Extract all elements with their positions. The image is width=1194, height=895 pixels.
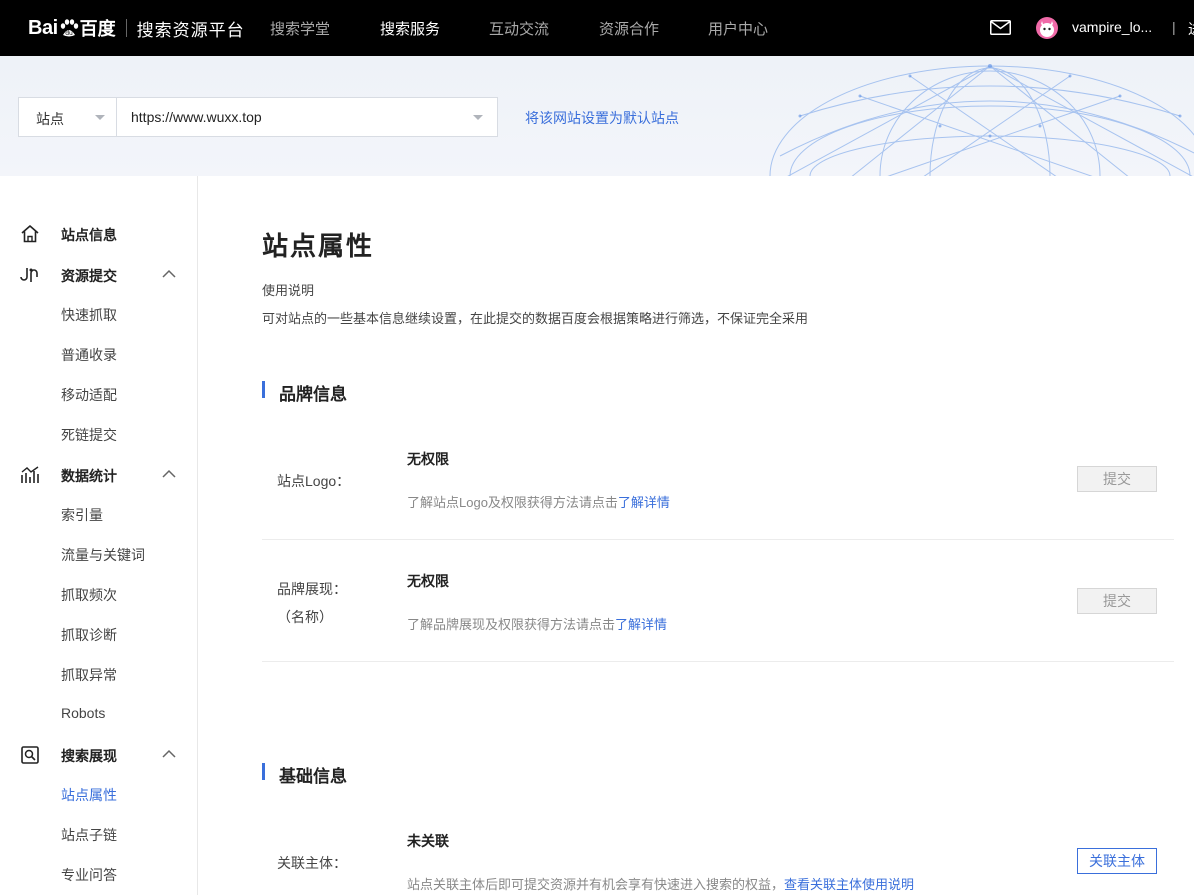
row-status-brand-display: 无权限 <box>407 573 449 589</box>
sidebar-item-crawl-diagnose[interactable]: 抓取诊断 <box>61 625 117 645</box>
chart-icon <box>21 466 39 483</box>
sidebar-item-site-attributes[interactable]: 站点属性 <box>61 785 117 805</box>
submit-brand-button[interactable]: 提交 <box>1077 588 1157 614</box>
sidebar-group-data-stats[interactable]: 数据统计 <box>0 460 197 490</box>
paw-icon: du <box>60 19 78 37</box>
site-url-select[interactable]: https://www.wuxx.top <box>116 97 498 137</box>
submit-icon <box>20 268 38 282</box>
sidebar-group-label: 数据统计 <box>61 468 117 484</box>
set-default-site-link[interactable]: 将该网站设置为默认站点 <box>525 108 679 128</box>
row-label-site-logo: 站点Logo： <box>277 473 351 489</box>
entity-guide-link[interactable]: 查看关联主体使用说明 <box>784 877 914 892</box>
sidebar-item-crawl-error[interactable]: 抓取异常 <box>61 665 117 685</box>
chevron-up-icon[interactable] <box>162 469 176 479</box>
row-desc-text: 站点关联主体后即可提交资源并有机会享有快速进入搜索的权益， <box>407 877 785 892</box>
sidebar-item-sitelinks[interactable]: 站点子链 <box>61 825 117 845</box>
row-desc-brand-display: 了解品牌展现及权限获得方法请点击了解详情 <box>407 614 667 633</box>
submit-logo-button[interactable]: 提交 <box>1077 466 1157 492</box>
row-desc-text: 了解品牌展现及权限获得方法请点击 <box>407 617 616 632</box>
sidebar-item-deadlink-submit[interactable]: 死链提交 <box>61 425 117 445</box>
site-type-select[interactable]: 站点 <box>18 97 117 137</box>
sidebar-item-professional-qa[interactable]: 专业问答 <box>61 865 117 885</box>
nav-user-center[interactable]: 用户中心 <box>708 18 768 39</box>
learn-more-link[interactable]: 了解详情 <box>618 495 670 510</box>
row-divider <box>262 539 1174 540</box>
row-label-brand-display: 品牌展现： <box>277 581 347 597</box>
baidu-logo[interactable]: Bai du 百度 搜索资源平台 <box>28 10 245 46</box>
globe-decoration <box>769 64 1194 176</box>
section-title: 基础信息 <box>279 767 347 786</box>
sidebar-item-fast-crawl[interactable]: 快速抓取 <box>61 305 117 325</box>
sidebar-item-normal-index[interactable]: 普通收录 <box>61 345 117 365</box>
home-icon <box>21 225 39 243</box>
site-type-label: 站点 <box>36 111 64 127</box>
sidebar-group-label: 搜索展现 <box>61 748 117 764</box>
row-divider <box>262 661 1174 662</box>
section-accent-bar <box>262 763 265 780</box>
section-title: 品牌信息 <box>279 385 347 404</box>
header-separator: | <box>1172 19 1176 35</box>
learn-more-link[interactable]: 了解详情 <box>615 617 667 632</box>
nav-search-service[interactable]: 搜索服务 <box>380 18 440 39</box>
search-display-icon <box>21 746 39 764</box>
sidebar-group-search-display[interactable]: 搜索展现 <box>0 740 197 770</box>
usage-title: 使用说明 <box>262 283 315 298</box>
section-accent-bar <box>262 381 265 398</box>
usage-description: 可对站点的一些基本信息继续设置，在此提交的数据百度会根据策略进行筛选，不保证完全… <box>262 311 809 326</box>
sidebar-item-mobile-adapt[interactable]: 移动适配 <box>61 385 117 405</box>
row-desc-related-entity: 站点关联主体后即可提交资源并有机会享有快速进入搜索的权益，查看关联主体使用说明 <box>407 874 914 893</box>
sidebar-group-label: 资源提交 <box>61 268 117 284</box>
row-desc-site-logo: 了解站点Logo及权限获得方法请点击了解详情 <box>407 492 670 511</box>
nav-resource-cooperation[interactable]: 资源合作 <box>599 18 659 39</box>
link-entity-button[interactable]: 关联主体 <box>1077 848 1157 874</box>
row-label-related-entity: 关联主体： <box>277 855 347 871</box>
row-status-related-entity: 未关联 <box>407 833 449 849</box>
mail-icon[interactable] <box>990 20 1011 35</box>
page-title: 站点属性 <box>262 231 375 261</box>
sidebar-item-crawl-frequency[interactable]: 抓取频次 <box>61 585 117 605</box>
sidebar: 站点信息 资源提交 快速抓取 普通收录 移动适配 死链提交 数据统计 索引量 流… <box>0 176 198 895</box>
row-desc-text: 了解站点Logo及权限获得方法请点击 <box>407 495 618 510</box>
user-avatar[interactable] <box>1036 17 1058 39</box>
username[interactable]: vampire_lo... <box>1072 19 1152 35</box>
logo-chinese-text: 百度 <box>79 19 116 39</box>
logo-text: Bai <box>28 16 58 39</box>
site-url-value: https://www.wuxx.top <box>131 109 262 125</box>
sidebar-item-robots[interactable]: Robots <box>61 705 105 721</box>
header-overflow-text[interactable]: 进 <box>1188 19 1194 39</box>
sidebar-group-label: 站点信息 <box>61 227 117 243</box>
sidebar-item-traffic-keywords[interactable]: 流量与关键词 <box>61 545 145 565</box>
product-title: 搜索资源平台 <box>136 20 245 40</box>
sidebar-item-site-info[interactable]: 站点信息 <box>0 219 197 249</box>
nav-search-school[interactable]: 搜索学堂 <box>270 18 330 39</box>
chevron-up-icon[interactable] <box>162 269 176 279</box>
logo-divider <box>125 19 127 37</box>
sidebar-item-index-count[interactable]: 索引量 <box>61 505 103 525</box>
sidebar-group-resource-submit[interactable]: 资源提交 <box>0 260 197 290</box>
top-navigation-bar: Bai du 百度 搜索资源平台 搜索学堂 搜索服务 互动交流 资源合作 用户中… <box>0 0 1194 56</box>
chevron-down-icon <box>95 115 105 120</box>
row-status-site-logo: 无权限 <box>407 451 449 467</box>
chevron-up-icon[interactable] <box>162 749 176 759</box>
nav-interaction[interactable]: 互动交流 <box>489 18 549 39</box>
row-sublabel-brand-name: （名称） <box>277 609 333 625</box>
chevron-down-icon <box>473 115 483 120</box>
svg-text:du: du <box>65 30 73 37</box>
site-selector-banner: 站点 https://www.wuxx.top 将该网站设置为默认站点 <box>0 56 1194 176</box>
avatar-face-icon <box>1040 21 1054 37</box>
